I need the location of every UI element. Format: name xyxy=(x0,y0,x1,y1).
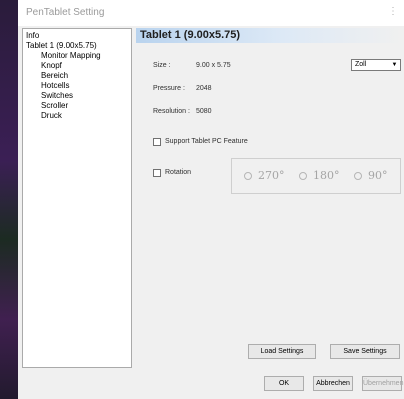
tree-item-knopf[interactable]: Knopf xyxy=(25,61,129,71)
tree-item-druck[interactable]: Druck xyxy=(25,111,129,121)
chevron-down-icon[interactable]: ▼ xyxy=(390,61,399,69)
desktop-background xyxy=(0,0,20,399)
tree-item-bereich[interactable]: Bereich xyxy=(25,71,129,81)
unit-select-value: Zoll xyxy=(355,61,367,68)
panel-header: Tablet 1 (9.00x5.75) xyxy=(136,28,402,43)
tree-item-monitor-mapping[interactable]: Monitor Mapping xyxy=(25,51,129,61)
tablet-panel: Tablet 1 (9.00x5.75) Size : 9.00 x 5.75 … xyxy=(136,28,402,370)
title-bar: PenTablet Setting ⋮ xyxy=(18,0,404,26)
size-value: 9.00 x 5.75 xyxy=(196,62,231,69)
tree-item-scroller[interactable]: Scroller xyxy=(25,101,129,111)
ok-button[interactable]: OK xyxy=(264,376,304,391)
pentablet-window: PenTablet Setting ⋮ Info Tablet 1 (9.00x… xyxy=(18,0,404,399)
settings-tree[interactable]: Info Tablet 1 (9.00x5.75) Monitor Mappin… xyxy=(22,28,132,368)
radio-270-icon[interactable] xyxy=(244,172,252,180)
rotation-option-180[interactable]: 180° xyxy=(299,169,340,182)
window-menu-icon[interactable]: ⋮ xyxy=(388,6,398,17)
rotation-90-label: 90° xyxy=(368,169,388,182)
load-settings-button[interactable]: Load Settings xyxy=(248,344,316,359)
rotation-group: 270° 180° 90° xyxy=(231,158,401,194)
tree-item-switches[interactable]: Switches xyxy=(25,91,129,101)
tree-item-tablet[interactable]: Tablet 1 (9.00x5.75) xyxy=(25,41,129,51)
rotation-180-label: 180° xyxy=(313,169,340,182)
rotation-option-270[interactable]: 270° xyxy=(244,169,285,182)
window-title: PenTablet Setting xyxy=(26,7,105,18)
support-tablet-pc-label: Support Tablet PC Feature xyxy=(165,138,248,145)
unit-select[interactable]: Zoll ▼ xyxy=(351,59,401,71)
tree-item-hotcells[interactable]: Hotcells xyxy=(25,81,129,91)
radio-180-icon[interactable] xyxy=(299,172,307,180)
support-tablet-pc-checkbox[interactable] xyxy=(153,138,161,146)
panel-title: Tablet 1 (9.00x5.75) xyxy=(140,29,241,41)
tree-item-info[interactable]: Info xyxy=(25,31,129,41)
pressure-value: 2048 xyxy=(196,85,212,92)
size-label: Size : xyxy=(153,62,171,69)
rotation-270-label: 270° xyxy=(258,169,285,182)
apply-button[interactable]: Übernehmen xyxy=(362,376,403,391)
cancel-button[interactable]: Abbrechen xyxy=(313,376,353,391)
rotation-label: Rotation xyxy=(165,169,192,176)
save-settings-button[interactable]: Save Settings xyxy=(330,344,400,359)
rotation-checkbox[interactable] xyxy=(153,169,161,177)
resolution-label: Resolution : xyxy=(153,108,190,115)
resolution-value: 5080 xyxy=(196,108,212,115)
rotation-option-90[interactable]: 90° xyxy=(354,169,388,182)
radio-90-icon[interactable] xyxy=(354,172,362,180)
pressure-label: Pressure : xyxy=(153,85,185,92)
